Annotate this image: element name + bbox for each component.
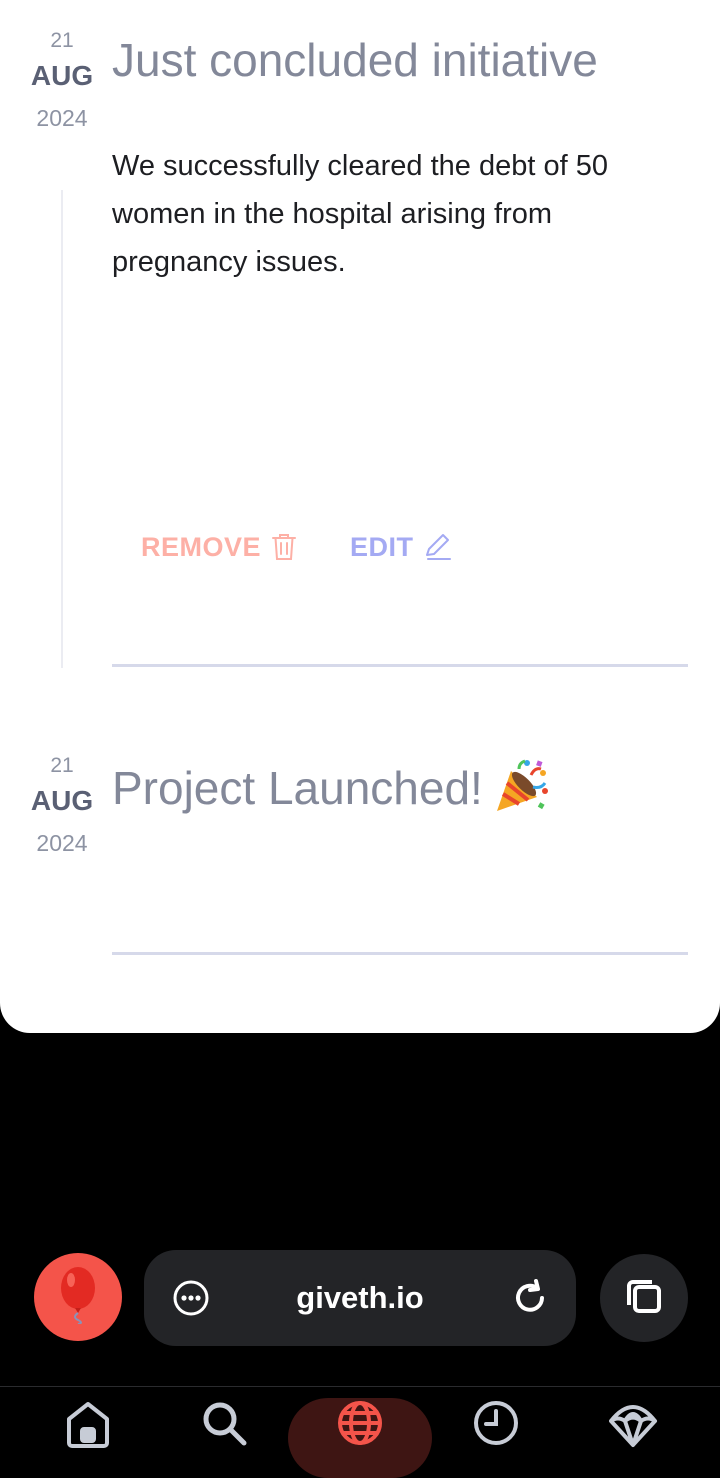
- nav-search[interactable]: [200, 1399, 248, 1454]
- update-day: 21: [50, 29, 74, 52]
- update-title-text: Project Launched!: [112, 762, 483, 815]
- nav-globe[interactable]: [336, 1399, 384, 1454]
- parachute-icon: [608, 1399, 658, 1454]
- party-popper-icon: [493, 757, 551, 827]
- update-month: AUG: [30, 785, 94, 816]
- balloon-icon: [56, 1266, 100, 1329]
- update-year: 2024: [36, 830, 88, 856]
- edit-label: EDIT: [350, 531, 414, 562]
- remove-button[interactable]: REMOVE: [141, 528, 297, 566]
- update-month: AUG: [30, 60, 94, 91]
- trash-icon: [271, 532, 297, 562]
- balloon-button[interactable]: [34, 1253, 122, 1341]
- search-icon: [200, 1399, 248, 1454]
- update-date: 21 AUG 2024: [12, 753, 112, 857]
- update-year: 2024: [36, 105, 88, 131]
- tabs-button[interactable]: [600, 1254, 688, 1342]
- address-bar[interactable]: giveth.io: [144, 1250, 576, 1346]
- bottom-navigation: [0, 1386, 720, 1478]
- update-title: Just concluded initiative: [112, 34, 598, 86]
- update-divider: [112, 952, 688, 955]
- update-description: We successfully cleared the debt of 50 w…: [112, 150, 608, 278]
- project-updates-card: 21 AUG 2024 Just concluded initiative We…: [0, 0, 720, 1033]
- update-title: Project Launched!: [112, 757, 551, 827]
- tabs-icon: [624, 1276, 664, 1321]
- reload-icon[interactable]: [512, 1278, 548, 1321]
- nav-airdrop[interactable]: [608, 1399, 658, 1454]
- remove-label: REMOVE: [141, 531, 262, 562]
- nav-history[interactable]: [472, 1399, 520, 1454]
- update-day: 21: [50, 754, 74, 777]
- globe-icon: [336, 1399, 384, 1454]
- update-date: 21 AUG 2024: [12, 28, 112, 132]
- edit-button[interactable]: EDIT: [350, 528, 452, 566]
- clock-icon: [472, 1399, 520, 1454]
- home-icon: [64, 1399, 112, 1454]
- update-divider: [112, 664, 688, 667]
- timeline-line: [61, 190, 63, 668]
- pencil-icon: [424, 533, 452, 561]
- nav-home[interactable]: [64, 1399, 112, 1454]
